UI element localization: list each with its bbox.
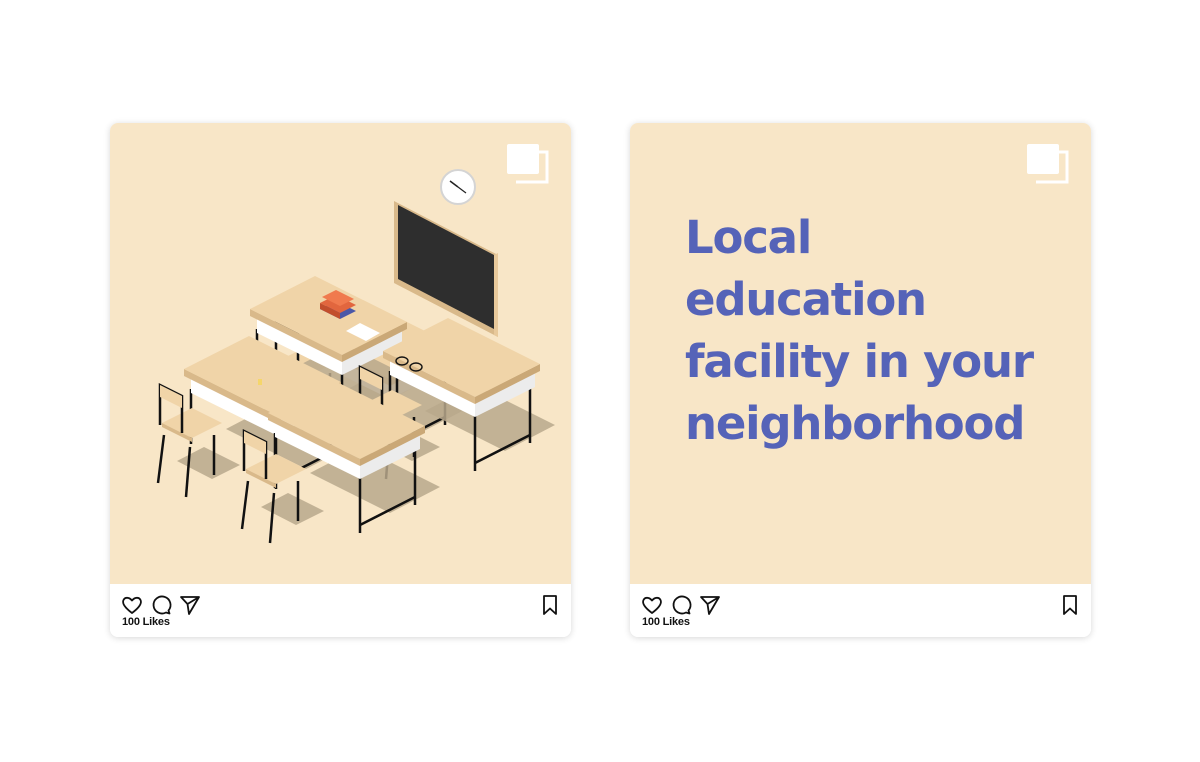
share-icon[interactable] xyxy=(698,593,722,617)
post-image[interactable]: Local education facility in your neighbo… xyxy=(630,123,1091,584)
headline-line: facility in your xyxy=(685,335,1034,388)
carousel-icon xyxy=(507,144,549,184)
classroom-illustration xyxy=(110,123,571,584)
post-headline: Local education facility in your neighbo… xyxy=(685,207,1065,455)
post-card: 100 Likes xyxy=(110,123,571,637)
heart-icon[interactable] xyxy=(640,593,664,617)
post-image[interactable] xyxy=(110,123,571,584)
comment-icon[interactable] xyxy=(149,593,173,617)
share-icon[interactable] xyxy=(178,593,202,617)
headline-line: education xyxy=(685,273,927,326)
heart-icon[interactable] xyxy=(120,593,144,617)
headline-line: Local xyxy=(685,211,812,264)
likes-count: 100 Likes xyxy=(642,616,690,628)
comment-icon[interactable] xyxy=(669,593,693,617)
post-card: Local education facility in your neighbo… xyxy=(630,123,1091,637)
likes-count: 100 Likes xyxy=(122,616,170,628)
post-actions-bar: 100 Likes xyxy=(110,584,571,637)
carousel-icon xyxy=(1027,144,1069,184)
headline-line: neighborhood xyxy=(685,397,1025,450)
bookmark-icon[interactable] xyxy=(538,593,562,617)
bookmark-icon[interactable] xyxy=(1058,593,1082,617)
post-actions-bar: 100 Likes xyxy=(630,584,1091,637)
